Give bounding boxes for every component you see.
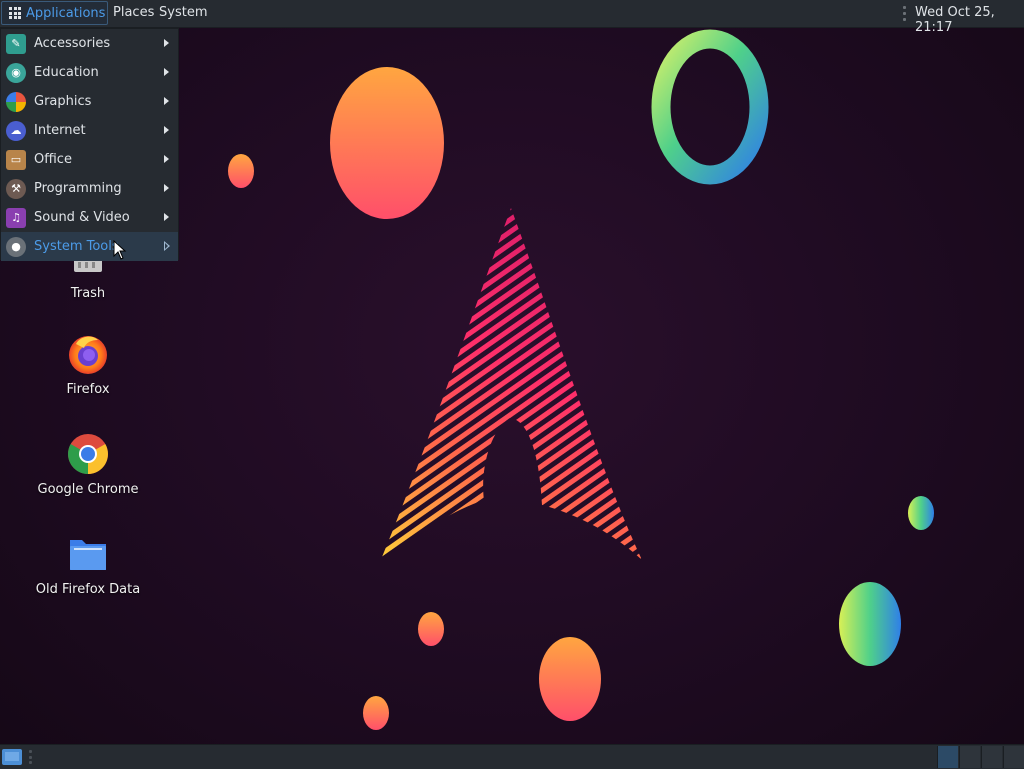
chevron-right-icon — [164, 213, 169, 221]
chevron-right-icon — [164, 68, 169, 76]
bottom-panel — [0, 744, 1024, 769]
firefox-icon — [66, 332, 110, 376]
menu-item-accessories[interactable]: ✎ Accessories — [1, 29, 178, 58]
wallpaper-orb — [908, 496, 934, 530]
wallpaper-orb — [539, 637, 601, 721]
wallpaper-orb — [363, 696, 389, 730]
show-desktop-icon[interactable] — [2, 749, 22, 765]
menu-item-sound-video[interactable]: ♫ Sound & Video — [1, 203, 178, 232]
applications-label: Applications — [26, 5, 106, 21]
wallpaper-orb — [330, 67, 444, 219]
apps-grid-icon — [9, 7, 21, 19]
menu-item-office[interactable]: ▭ Office — [1, 145, 178, 174]
applications-menu: ✎ Accessories ◉ Education Graphics ☁ Int… — [0, 28, 179, 261]
menu-item-internet[interactable]: ☁ Internet — [1, 116, 178, 145]
chevron-right-icon — [164, 155, 169, 163]
wallpaper-ring — [651, 29, 769, 185]
desktop-icon-label: Firefox — [66, 382, 110, 397]
graphics-icon — [6, 91, 26, 112]
menu-item-label: Accessories — [34, 36, 111, 51]
desktop-icon-chrome[interactable]: Google Chrome — [18, 432, 158, 497]
menu-item-programming[interactable]: ⚒ Programming — [1, 174, 178, 203]
programming-icon: ⚒ — [6, 178, 26, 199]
desktop-icon-label: Old Firefox Data — [35, 582, 141, 597]
menu-item-graphics[interactable]: Graphics — [1, 87, 178, 116]
folder-icon — [66, 532, 110, 576]
menu-item-system-tools[interactable]: ● System Tools — [1, 232, 178, 261]
menu-item-label: System Tools — [34, 239, 119, 254]
chevron-right-icon — [164, 97, 169, 105]
internet-icon: ☁ — [6, 120, 26, 141]
wallpaper-orb — [839, 582, 901, 666]
mouse-cursor-icon — [113, 240, 127, 260]
menu-item-label: Sound & Video — [34, 210, 130, 225]
arch-logo — [380, 208, 642, 562]
top-panel: Applications Places System Wed Oct 25, 2… — [0, 0, 1024, 35]
panel-handle[interactable] — [29, 750, 32, 764]
menu-item-label: Internet — [34, 123, 86, 138]
system-menu[interactable]: System — [159, 5, 207, 20]
chrome-icon — [66, 432, 110, 476]
menu-item-label: Education — [34, 65, 99, 80]
applications-menu-button[interactable]: Applications — [1, 1, 108, 25]
places-menu[interactable]: Places — [113, 5, 154, 20]
menu-item-label: Office — [34, 152, 72, 167]
desktop-icon-label: Google Chrome — [37, 482, 139, 497]
clock[interactable]: Wed Oct 25, 21:17 — [915, 5, 1024, 35]
wallpaper-orb — [418, 612, 444, 646]
accessories-icon: ✎ — [6, 33, 26, 54]
menu-item-label: Programming — [34, 181, 122, 196]
workspace-switcher-2[interactable] — [959, 746, 980, 768]
sound-video-icon: ♫ — [6, 207, 26, 228]
wallpaper-orb — [228, 154, 254, 188]
panel-handle[interactable] — [903, 6, 906, 21]
desktop-icon-firefox[interactable]: Firefox — [18, 332, 158, 397]
workspace-switcher-3[interactable] — [981, 746, 1002, 768]
system-tools-icon: ● — [6, 236, 26, 257]
menu-item-education[interactable]: ◉ Education — [1, 58, 178, 87]
office-icon: ▭ — [6, 149, 26, 170]
desktop-icon-old-firefox-data[interactable]: Old Firefox Data — [18, 532, 158, 597]
workspace-switcher-4[interactable] — [1003, 746, 1024, 768]
chevron-right-icon — [164, 126, 169, 134]
menu-item-label: Graphics — [34, 94, 92, 109]
desktop-icon-label: Trash — [70, 286, 106, 301]
chevron-right-icon — [164, 39, 169, 47]
workspace-switcher-1[interactable] — [937, 746, 958, 768]
education-icon: ◉ — [6, 62, 26, 83]
chevron-right-icon — [164, 241, 170, 251]
chevron-right-icon — [164, 184, 169, 192]
